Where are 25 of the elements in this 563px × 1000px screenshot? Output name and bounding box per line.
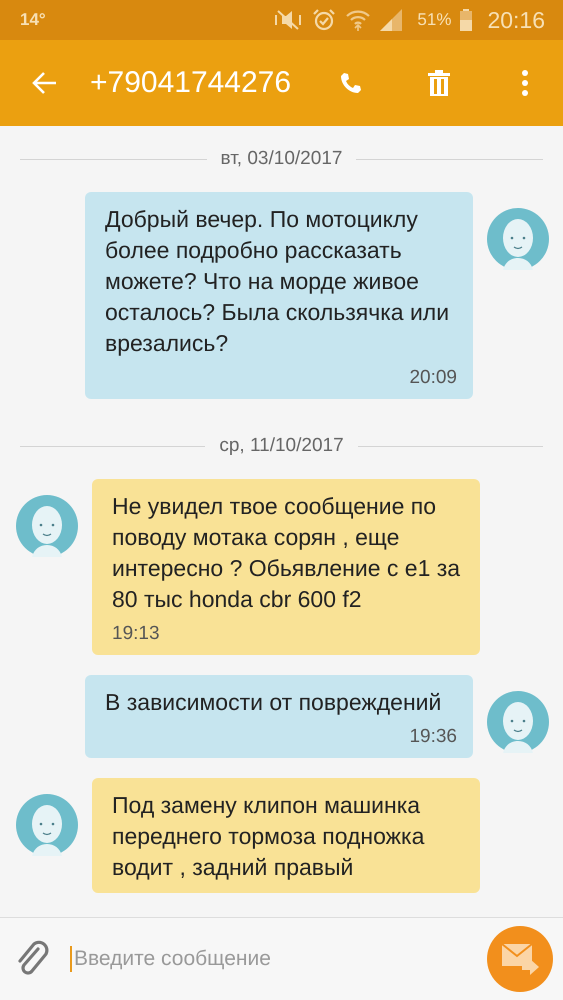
envelope-icon — [500, 942, 540, 976]
message-text: Добрый вечер. По мотоциклу более подробно рассказать можете? Что на морде живое осталось? Была скользячка или врезались? — [105, 205, 450, 358]
date-separator: вт, 03/10/2017 — [220, 148, 342, 170]
temperature: 14° — [20, 10, 46, 30]
mute-icon — [273, 9, 304, 31]
avatar-icon — [487, 208, 549, 270]
message-input[interactable]: Введите сообщение — [70, 946, 467, 972]
alarm-icon — [312, 8, 336, 32]
message-time: 19:36 — [409, 726, 457, 748]
avatar-icon — [16, 794, 78, 856]
message-text: В зависимости от повреждений — [105, 688, 442, 717]
message-time: 19:13 — [112, 623, 160, 645]
date-separator: ср, 11/10/2017 — [219, 435, 344, 457]
avatar-icon — [487, 691, 549, 753]
message-text: Не увидел твое сообщение по поводу мотака сорян , еще интересно ? Обьявление с е1 за 80 тыс honda cbr 600 f2 — [112, 492, 462, 614]
message-time: 20:09 — [409, 367, 457, 389]
battery-icon — [460, 9, 472, 31]
battery-level: 51% — [417, 10, 452, 30]
message-text: Под замену клипон машинка переднего тормоза подножка водит , задний правый — [112, 791, 426, 882]
contact-number: +79041744276 — [90, 66, 292, 100]
wifi-icon — [345, 8, 372, 32]
signal-icon — [380, 9, 402, 31]
avatar-icon — [16, 495, 78, 557]
more-icon — [521, 70, 529, 96]
clock: 20:16 — [487, 6, 545, 34]
